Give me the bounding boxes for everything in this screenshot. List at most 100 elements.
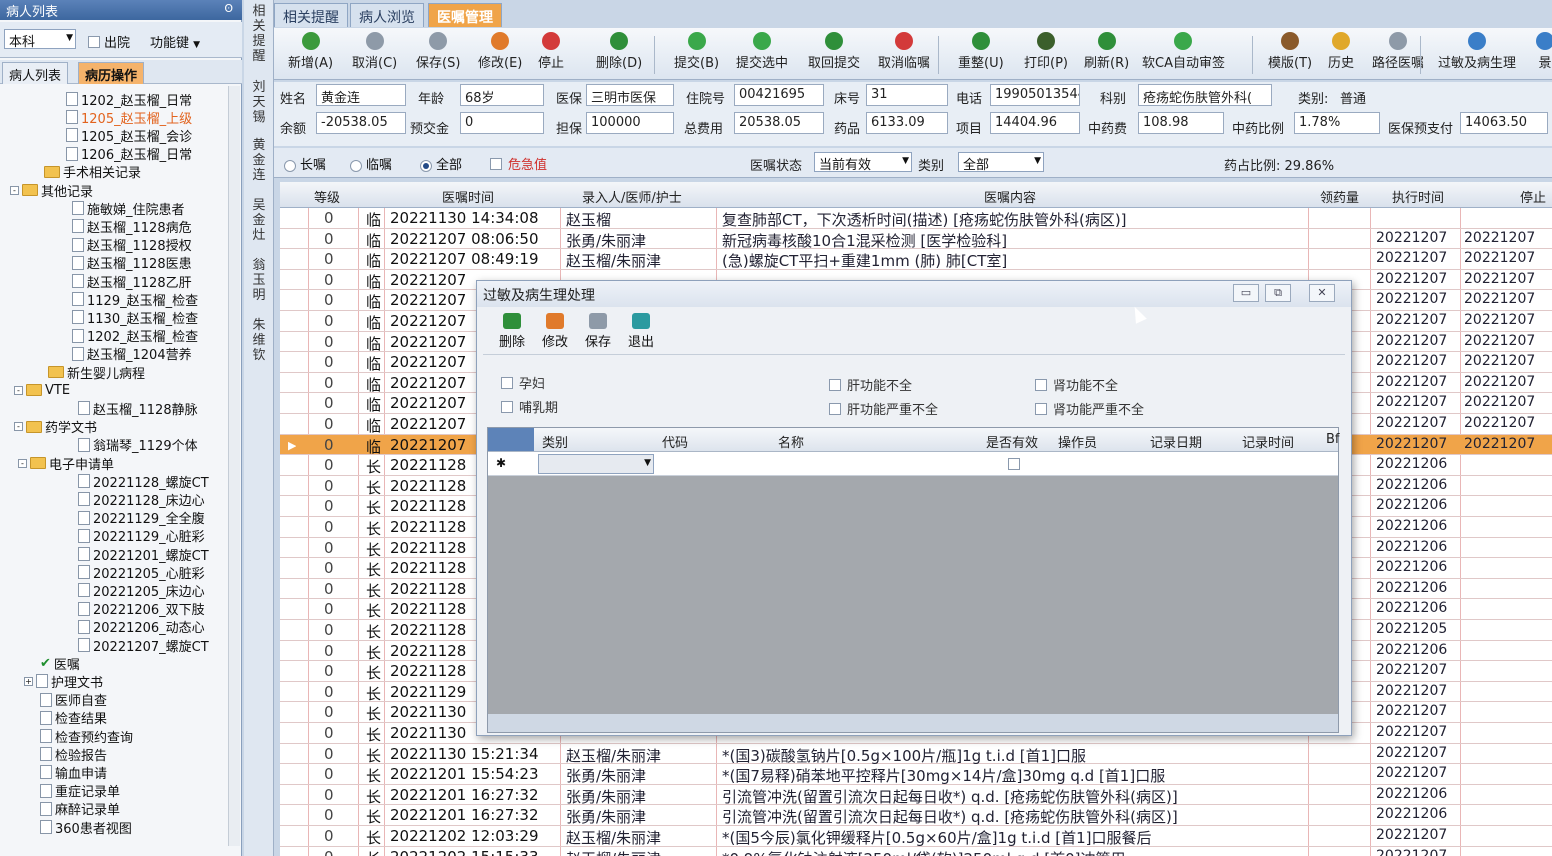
expand-toggle-icon[interactable]: - [10,185,19,195]
tree-folder[interactable]: - 其他记录 [10,181,93,200]
reorganize-button[interactable]: 重整(U) [958,32,1004,71]
header-stop[interactable]: 停止 [1520,187,1546,206]
tree-item[interactable]: 20221129_全全腹 [78,509,205,527]
item-field[interactable]: 14404.96 [990,112,1080,134]
dialog-edit-button[interactable]: 修改 [542,313,568,350]
more-button[interactable]: 景 [1536,32,1552,71]
tree-item[interactable]: 1206_赵玉榴_日常 [66,145,192,163]
tree-item[interactable]: 输血申请 [40,763,107,782]
order-status-select[interactable]: 当前有效 ▼ [814,152,912,173]
department-select[interactable]: 本科 ▼ [4,29,76,50]
name-field[interactable]: 黄金连 [316,84,406,106]
tree-item[interactable]: + 护理文书 [24,672,103,691]
drug-field[interactable]: 6133.09 [866,112,948,134]
guarantee-field[interactable]: 100000 [586,112,674,134]
doctor-name-vertical[interactable]: 翁玉明 [250,258,268,303]
pin-icon[interactable]: ʘ [224,2,233,15]
allergy-type-select[interactable]: ▼ [538,454,654,474]
discharge-checkbox[interactable]: 出院 [88,32,130,51]
kidney-severe-checkbox[interactable]: 肾功能严重不全 [1035,399,1144,418]
allergy-button[interactable]: 过敏及病生理 [1438,32,1516,71]
tree-item[interactable]: 检验报告 [40,745,107,764]
header-valid[interactable]: 是否有效 [986,432,1038,451]
header-dispense[interactable]: 领药量 [1320,187,1359,206]
table-row[interactable]: 0 长 20221202 12:03:29 赵玉榴/朱丽津 *(国5今辰)氯化钾缓释片[… [280,826,1552,847]
tree-folder[interactable]: 新生婴儿病程 [48,363,145,382]
pregnant-checkbox[interactable]: 孕妇 [501,373,545,392]
header-content[interactable]: 医嘱内容 [984,187,1036,206]
expand-toggle-icon[interactable]: - [18,458,27,468]
tree-item[interactable]: 1202_赵玉榴_检查 [72,327,198,345]
tree-item[interactable]: 1205_赵玉榴_上级 [66,108,192,127]
doctor-name-vertical[interactable]: 吴金灶 [250,198,268,243]
tab-patient-list[interactable]: 病人列表 [2,62,69,84]
dialog-delete-button[interactable]: 删除 [499,313,525,350]
herbal-field[interactable]: 108.98 [1138,112,1224,134]
tab-order-management[interactable]: 医嘱管理 [428,3,502,27]
tree-item[interactable]: 360患者视图 [40,818,132,837]
new-record-row[interactable]: ✱ ▼ [488,452,1338,476]
save-button[interactable]: 保存(S) [416,32,460,71]
table-row[interactable]: 0 临 20221130 14:34:08 赵玉榴 复查肺部CT，下次透析时间(描述) … [280,208,1552,229]
radio-long-term[interactable]: 长嘱 [284,154,326,173]
phone-field[interactable]: 19905013544 [990,84,1080,106]
bed-field[interactable]: 31 [866,84,948,106]
table-row[interactable]: 0 长 20221130 15:21:34 赵玉榴/朱丽津 *(国3)碳酸氢钠片[0.5… [280,744,1552,765]
header-type[interactable]: 类别 [542,432,568,451]
template-button[interactable]: 模版(T) [1268,32,1312,71]
type-select[interactable]: 全部 ▼ [958,152,1044,173]
tree-item[interactable]: 翁瑞琴_1129个体 [78,436,198,454]
minimize-icon[interactable]: ▭ [1233,284,1259,302]
tree-item[interactable]: 赵玉榴_1128乙肝 [72,272,192,291]
tree-item[interactable]: 20221201_螺旋CT [78,545,209,564]
tree-item[interactable]: 20221129_心脏彩 [78,527,205,545]
herbal-ratio-field[interactable]: 1.78% [1294,112,1380,134]
undo-button[interactable]: 取消(C) [352,32,397,71]
tree-item[interactable]: 检查预约查询 [40,727,133,746]
tree-item[interactable]: 重症记录单 [40,782,120,800]
header-operator[interactable]: 操作员 [1058,432,1097,451]
table-row[interactable]: 0 长 20221202 15:15:33 赵玉榴/朱丽津 *0.9%氯化钠注射液[25… [280,847,1552,856]
insurance-prepay-field[interactable]: 14063.50 [1460,112,1548,134]
expand-toggle-icon[interactable]: - [14,385,23,395]
critical-value-checkbox[interactable]: 危急值 [490,154,547,173]
tree-item[interactable]: 赵玉榴_1128授权 [72,236,192,254]
tree-item[interactable]: 赵玉榴_1128病危 [72,217,192,236]
tree-item[interactable]: 1205_赵玉榴_会诊 [66,126,192,145]
prepay-field[interactable]: 0 [460,112,544,134]
reminder-tab-vertical[interactable]: 相关提醒 [250,4,268,64]
tree-item[interactable]: 检查结果 [40,709,107,727]
stop-button[interactable]: 停止 [538,32,564,71]
cancel-temp-button[interactable]: 取消临嘱 [878,32,930,71]
tree-item[interactable]: 20221205_床边心 [78,581,205,600]
kidney-insufficiency-checkbox[interactable]: 肾功能不全 [1035,375,1118,394]
header-exec-time[interactable]: 执行时间 [1392,187,1444,206]
tree-item[interactable]: 麻醉记录单 [40,800,120,818]
tab-record-operations[interactable]: 病历操作 [78,62,145,84]
tree-item[interactable]: 20221128_床边心 [78,490,205,509]
table-row[interactable]: 0 临 20221207 08:49:19 赵玉榴/朱丽津 (急)螺旋CT平扫+重建1m… [280,249,1552,270]
balance-field[interactable]: -20538.05 [316,112,406,134]
tree-folder[interactable]: - 电子申请单 [18,454,114,473]
tree-item[interactable]: 20221205_心脏彩 [78,563,205,582]
tree-item[interactable]: 赵玉榴_1128医患 [72,254,192,272]
age-field[interactable]: 68岁 [460,84,544,106]
tree-item[interactable]: ✔ 医嘱 [40,654,80,673]
ca-sign-button[interactable]: 软CA自动审签 [1142,32,1225,71]
tree-folder[interactable]: 手术相关记录 [44,163,141,181]
radio-temporary[interactable]: 临嘱 [350,154,392,173]
tab-patient-browse[interactable]: 病人浏览 [350,3,424,27]
header-record-date[interactable]: 记录日期 [1150,432,1202,451]
edit-button[interactable]: 修改(E) [478,32,522,71]
liver-insufficiency-checkbox[interactable]: 肝功能不全 [829,375,912,394]
tree-item[interactable]: 赵玉榴_1128静脉 [78,399,198,418]
submit-selected-button[interactable]: 提交选中 [736,32,788,71]
add-button[interactable]: 新增(A) [288,32,333,71]
table-row[interactable]: 0 长 20221201 15:54:23 张勇/朱丽津 *(国7易释)硝苯地平控释片[… [280,764,1552,785]
dept-field[interactable]: 疮疡蛇伤肤管外科( [1138,84,1272,106]
submit-button[interactable]: 提交(B) [674,32,719,71]
tree-folder[interactable]: - 药学文书 [14,418,97,436]
lactation-checkbox[interactable]: 哺乳期 [501,397,558,416]
tree-item[interactable]: 施敏娣_住院患者 [72,199,185,218]
dialog-save-button[interactable]: 保存 [585,313,611,350]
